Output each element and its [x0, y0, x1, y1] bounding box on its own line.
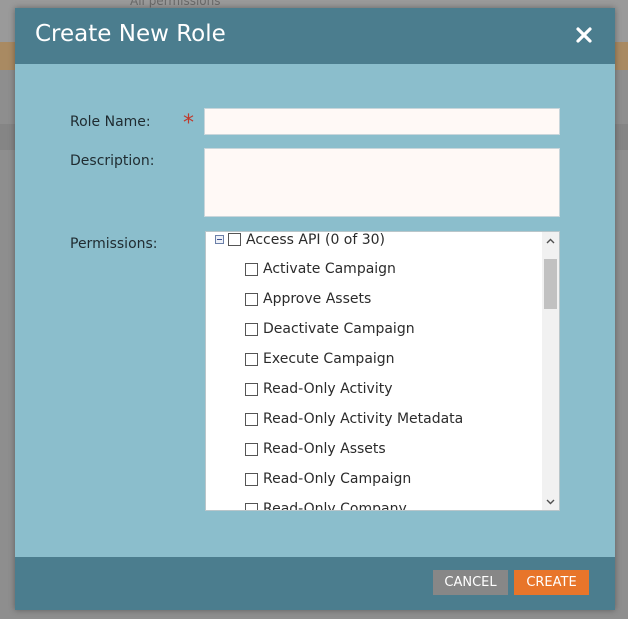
- permission-group-label: Access API (0 of 30): [246, 231, 386, 248]
- permission-item[interactable]: Read-Only Campaign: [206, 464, 542, 494]
- permission-group-access-api[interactable]: Access API (0 of 30): [206, 231, 542, 248]
- permissions-tree[interactable]: Access API (0 of 30) Activate Campaign A…: [205, 231, 560, 511]
- permission-checkbox[interactable]: [245, 322, 258, 336]
- permission-checkbox[interactable]: [228, 233, 241, 246]
- permission-checkbox[interactable]: [245, 412, 258, 426]
- description-label: Description:: [70, 153, 155, 169]
- permission-checkbox[interactable]: [245, 472, 258, 486]
- permissions-list: Access API (0 of 30) Activate Campaign A…: [206, 231, 542, 511]
- permission-item[interactable]: Read-Only Activity: [206, 374, 542, 404]
- role-name-label: Role Name:: [70, 114, 151, 130]
- chevron-up-icon: [546, 238, 555, 243]
- permission-item[interactable]: Read-Only Assets: [206, 434, 542, 464]
- scroll-thumb[interactable]: [544, 259, 557, 309]
- permission-checkbox[interactable]: [245, 442, 258, 456]
- permission-label: Deactivate Campaign: [263, 321, 415, 337]
- close-icon: [576, 27, 592, 43]
- permission-label: Execute Campaign: [263, 351, 395, 367]
- permission-item[interactable]: Read-Only Activity Metadata: [206, 404, 542, 434]
- required-indicator: *: [183, 111, 194, 136]
- create-role-dialog: Create New Role Role Name: * Description…: [15, 8, 615, 610]
- cancel-button[interactable]: CANCEL: [433, 570, 508, 595]
- create-button[interactable]: CREATE: [514, 570, 589, 595]
- background-breadcrumb: All permissions: [130, 0, 221, 8]
- permission-label: Approve Assets: [263, 291, 372, 307]
- role-name-input[interactable]: [204, 108, 560, 135]
- permission-label: Activate Campaign: [263, 261, 396, 277]
- dialog-title: Create New Role: [35, 21, 226, 47]
- permission-label: Read-Only Activity: [263, 381, 393, 397]
- description-input[interactable]: [204, 148, 560, 217]
- scroll-up-button[interactable]: [542, 232, 559, 249]
- permission-checkbox[interactable]: [245, 352, 258, 366]
- chevron-down-icon: [546, 499, 555, 504]
- permission-checkbox[interactable]: [245, 502, 258, 510]
- permission-label: Read-Only Company: [263, 501, 407, 511]
- permission-item[interactable]: Execute Campaign: [206, 344, 542, 374]
- permissions-label: Permissions:: [70, 236, 158, 252]
- collapse-icon[interactable]: [215, 235, 224, 244]
- scroll-down-button[interactable]: [542, 493, 559, 510]
- permission-item[interactable]: Deactivate Campaign: [206, 314, 542, 344]
- permission-label: Read-Only Campaign: [263, 471, 412, 487]
- permission-item[interactable]: Read-Only Company: [206, 494, 542, 511]
- permission-label: Read-Only Assets: [263, 441, 386, 457]
- permission-checkbox[interactable]: [245, 262, 258, 276]
- permission-item[interactable]: Approve Assets: [206, 284, 542, 314]
- permission-checkbox[interactable]: [245, 382, 258, 396]
- dialog-footer: CANCEL CREATE: [15, 557, 615, 610]
- dialog-header: Create New Role: [15, 8, 615, 64]
- permission-item[interactable]: Activate Campaign: [206, 254, 542, 284]
- close-button[interactable]: [573, 24, 595, 46]
- permission-label: Read-Only Activity Metadata: [263, 411, 464, 427]
- permission-checkbox[interactable]: [245, 292, 258, 306]
- permissions-scrollbar[interactable]: [542, 232, 559, 510]
